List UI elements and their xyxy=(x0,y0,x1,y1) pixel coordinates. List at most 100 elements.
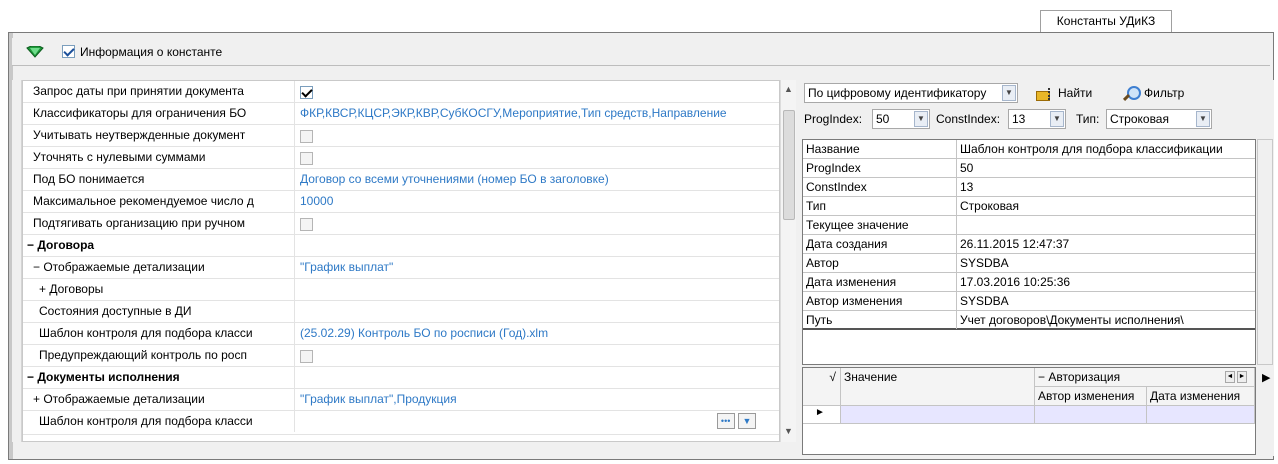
prop-value[interactable] xyxy=(298,301,778,322)
info-key: Название xyxy=(806,142,860,156)
prop-value[interactable]: (25.02.29) Контроль БО по росписи (Год).… xyxy=(298,323,778,344)
chevron-down-icon[interactable]: ▼ xyxy=(1002,85,1016,101)
prop-row[interactable]: Учитывать неутвержденные документ xyxy=(23,125,779,147)
prop-row-selected[interactable]: Шаблон контроля для подбора класси ••• ▼ xyxy=(23,411,779,435)
prop-value[interactable] xyxy=(298,147,778,168)
check-column-header[interactable]: √ xyxy=(803,368,841,406)
constindex-select[interactable]: 13 ▼ xyxy=(1008,109,1066,129)
prop-value xyxy=(298,367,778,388)
checkbox[interactable] xyxy=(300,129,313,143)
value-cell[interactable] xyxy=(841,406,1035,424)
prop-value[interactable] xyxy=(298,279,778,300)
date-cell[interactable] xyxy=(1147,406,1255,424)
prop-row[interactable]: Максимальное рекомендуемое число д 10000 xyxy=(23,191,779,213)
author-cell[interactable] xyxy=(1035,406,1147,424)
info-row: Текущее значение xyxy=(803,216,1255,235)
progindex-select[interactable]: 50 ▼ xyxy=(872,109,930,129)
scroll-down-icon[interactable]: ▼ xyxy=(784,426,793,436)
prop-row[interactable]: Предупреждающий контроль по росп xyxy=(23,345,779,367)
info-toolbar: Информация о константе xyxy=(12,38,1270,66)
prop-row[interactable]: + Договоры xyxy=(23,279,779,301)
prop-value[interactable]: "График выплат" xyxy=(298,257,778,278)
expand-right-icon[interactable]: ▶ xyxy=(1262,371,1270,384)
prop-row[interactable]: Запрос даты при принятии документа xyxy=(23,81,779,103)
info-scrollbar[interactable] xyxy=(1257,139,1273,365)
prop-name[interactable]: + Договоры xyxy=(23,279,295,300)
prop-row[interactable]: Состояния доступные в ДИ xyxy=(23,301,779,323)
group-name[interactable]: − Договора xyxy=(23,235,295,256)
scroll-up-icon[interactable]: ▲ xyxy=(784,84,793,94)
prop-group-row[interactable]: − Документы исполнения xyxy=(23,367,779,389)
info-row: Тип Строковая xyxy=(803,197,1255,216)
constindex-value: 13 xyxy=(1012,112,1026,126)
prop-row[interactable]: Подтягивать организацию при ручном xyxy=(23,213,779,235)
constindex-label: ConstIndex: xyxy=(936,112,1001,126)
prop-value[interactable] xyxy=(298,81,778,102)
checkbox[interactable] xyxy=(300,217,313,231)
prop-row[interactable]: − Отображаемые детализации "График выпла… xyxy=(23,257,779,279)
prop-value[interactable]: ••• ▼ xyxy=(298,411,778,432)
info-label: Информация о константе xyxy=(80,45,223,59)
info-row: ConstIndex 13 xyxy=(803,178,1255,197)
info-row: Автор изменения SYSDBA xyxy=(803,292,1255,311)
chevron-down-icon[interactable]: ▼ xyxy=(1196,111,1210,127)
scroll-right-icon[interactable]: ► xyxy=(1237,371,1247,383)
info-row: Автор SYSDBA xyxy=(803,254,1255,273)
prop-value[interactable] xyxy=(298,345,778,366)
prop-value[interactable]: 10000 xyxy=(298,191,778,212)
prop-name: Учитывать неутвержденные документ xyxy=(23,125,295,146)
info-checkbox[interactable] xyxy=(62,45,75,58)
chevron-down-icon[interactable]: ▼ xyxy=(914,111,928,127)
scroll-thumb[interactable] xyxy=(783,110,795,220)
prop-group-row[interactable]: − Договора xyxy=(23,235,779,257)
info-value: Строковая xyxy=(956,197,1252,215)
prop-name: Шаблон контроля для подбора класси xyxy=(23,411,295,432)
prop-value[interactable]: Договор со всеми уточнениями (номер БО в… xyxy=(298,169,778,190)
chevron-down-icon[interactable]: ▼ xyxy=(738,413,756,429)
group-name[interactable]: − Документы исполнения xyxy=(23,367,295,388)
chevron-down-icon[interactable]: ▼ xyxy=(1050,111,1064,127)
prop-name: Запрос даты при принятии документа xyxy=(23,81,295,102)
progindex-label: ProgIndex: xyxy=(804,112,863,126)
prop-name[interactable]: − Отображаемые детализации xyxy=(23,257,295,278)
prop-value[interactable] xyxy=(298,125,778,146)
type-label: Тип: xyxy=(1076,112,1100,126)
prop-row[interactable]: Уточнять с нулевыми суммами xyxy=(23,147,779,169)
date-column-header[interactable]: Дата изменения xyxy=(1147,387,1255,406)
prop-value[interactable]: "График выплат",Продукция xyxy=(298,389,778,410)
info-key: Автор xyxy=(806,256,839,270)
grid-scrollbar[interactable]: ▲ ▼ xyxy=(780,80,796,442)
info-value: Шаблон контроля для подбора классификаци… xyxy=(956,140,1252,158)
prop-value[interactable] xyxy=(298,213,778,234)
prop-value[interactable]: ФКР,КВСР,КЦСР,ЭКР,КВР,СубКОСГУ,Мероприят… xyxy=(298,103,778,124)
auth-group-header[interactable]: − Авторизация ◄ ► xyxy=(1035,368,1255,387)
type-select[interactable]: Строковая ▼ xyxy=(1106,109,1212,129)
tab-constants[interactable]: Константы УДиКЗ xyxy=(1040,10,1172,32)
info-key: Тип xyxy=(806,199,827,213)
prop-name[interactable]: + Отображаемые детализации xyxy=(23,389,295,410)
filter-button[interactable]: Фильтр xyxy=(1122,82,1184,104)
row-buttons: ••• ▼ xyxy=(716,413,756,432)
info-value xyxy=(956,216,1252,234)
checkbox[interactable] xyxy=(300,151,313,165)
author-column-header[interactable]: Автор изменения xyxy=(1035,387,1147,406)
prop-row[interactable]: Шаблон контроля для подбора класси (25.0… xyxy=(23,323,779,345)
prop-row[interactable]: Под БО понимается Договор со всеми уточн… xyxy=(23,169,779,191)
checkbox[interactable] xyxy=(300,349,313,363)
value-column-header[interactable]: Значение xyxy=(841,368,1035,406)
scroll-left-icon[interactable]: ◄ xyxy=(1225,371,1235,383)
info-value: SYSDBA xyxy=(956,292,1252,310)
ellipsis-icon[interactable]: ••• xyxy=(716,413,735,429)
search-mode-select[interactable]: По цифровому идентификатору ▼ xyxy=(804,83,1018,103)
row-indicator[interactable]: ► xyxy=(803,406,841,424)
find-icon xyxy=(1036,87,1054,101)
info-key: ConstIndex xyxy=(806,180,867,194)
info-key: Дата создания xyxy=(806,237,888,251)
info-value: 13 xyxy=(956,178,1252,196)
prop-row[interactable]: + Отображаемые детализации "График выпла… xyxy=(23,389,779,411)
checkbox[interactable] xyxy=(300,85,313,99)
values-table: √ Значение − Авторизация ◄ ► Автор измен… xyxy=(802,367,1256,455)
find-button[interactable]: Найти xyxy=(1036,82,1092,104)
prop-row[interactable]: Классификаторы для ограничения БО ФКР,КВ… xyxy=(23,103,779,125)
grid-gutter xyxy=(12,80,22,442)
